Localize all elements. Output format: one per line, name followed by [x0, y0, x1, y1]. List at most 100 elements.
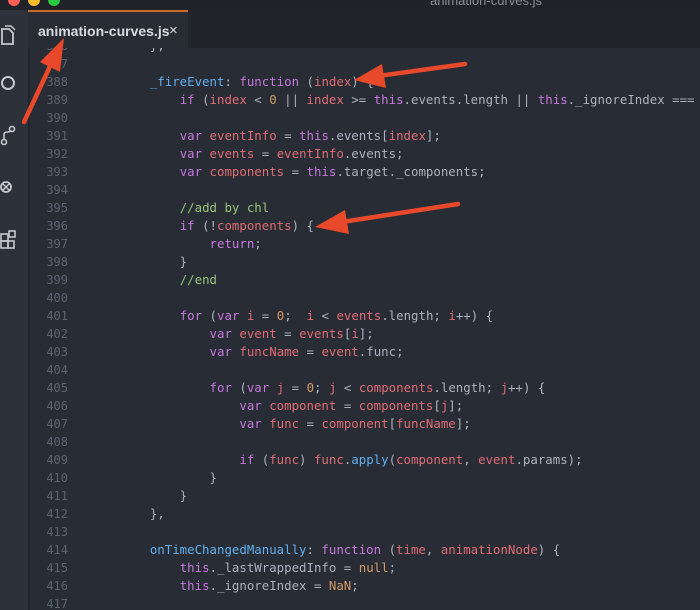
search-icon[interactable]: [0, 72, 16, 94]
code-line[interactable]: 390: [28, 109, 700, 127]
source-control-icon[interactable]: [0, 124, 16, 146]
code-line[interactable]: 398 }: [28, 253, 700, 271]
code-line[interactable]: 396 if (!components) {: [28, 217, 700, 235]
code-line[interactable]: 405 for (var j = 0; j < components.lengt…: [28, 379, 700, 397]
code-line[interactable]: 408: [28, 433, 700, 451]
code-token: ++) {: [455, 308, 494, 323]
code-line[interactable]: 410 }: [28, 469, 700, 487]
tab-bar: animation-curves.js ×: [28, 10, 700, 48]
code-line[interactable]: 401 for (var i = 0; i < events.length; i…: [28, 307, 700, 325]
code-token: :: [224, 74, 240, 89]
close-window-button[interactable]: [8, 0, 20, 6]
code-line[interactable]: 407 var func = component[funcName];: [28, 415, 700, 433]
line-number: 397: [46, 237, 68, 251]
code-token: ) {: [351, 74, 374, 89]
code-token: (: [388, 452, 397, 467]
code-token: var: [246, 380, 270, 395]
code-line[interactable]: 394: [28, 181, 700, 199]
code-line[interactable]: 397 return;: [28, 235, 700, 253]
line-number: 388: [46, 75, 68, 89]
code-text: onTimeChangedManually: function (time, a…: [120, 541, 560, 559]
code-line[interactable]: 388 _fireEvent: function (index) {: [28, 73, 700, 91]
line-number: 408: [46, 435, 68, 449]
code-line[interactable]: 386 },: [28, 48, 700, 55]
code-line[interactable]: 415 this._lastWrappedInfo = null;: [28, 559, 700, 577]
code-text: this._ignoreIndex = NaN;: [120, 577, 359, 595]
code-line[interactable]: 392 var events = eventInfo.events;: [28, 145, 700, 163]
line-number: 417: [46, 597, 68, 610]
code-token: i: [448, 308, 456, 323]
code-token: //add by chl: [179, 200, 270, 215]
code-token: animationNode: [440, 542, 538, 557]
code-token: =: [254, 308, 277, 323]
code-lines: 386 },387388 _fireEvent: function (index…: [28, 48, 700, 610]
code-token: .events[: [328, 128, 389, 143]
line-number: 415: [46, 561, 68, 575]
code-token: null: [358, 560, 389, 575]
code-token: this: [537, 92, 568, 107]
code-line[interactable]: 387: [28, 55, 700, 73]
code-text: var component = components[j];: [120, 397, 463, 415]
line-number: 410: [46, 471, 68, 485]
line-number: 392: [46, 147, 68, 161]
code-token: =: [276, 128, 300, 143]
code-line[interactable]: 399 //end: [28, 271, 700, 289]
line-number: 394: [46, 183, 68, 197]
code-token: component: [269, 398, 337, 413]
code-token: j: [500, 380, 509, 395]
minimize-window-button[interactable]: [28, 0, 40, 6]
code-token: ._lastWrappedInfo =: [209, 560, 359, 575]
code-line[interactable]: 411 }: [28, 487, 700, 505]
code-line[interactable]: 416 this._ignoreIndex = NaN;: [28, 577, 700, 595]
code-token: this: [179, 578, 210, 593]
debug-icon[interactable]: [0, 176, 16, 198]
code-token: ): [299, 452, 314, 467]
code-editor[interactable]: 386 },387388 _fireEvent: function (index…: [28, 48, 700, 610]
tab-animation-curves[interactable]: animation-curves.js ×: [28, 10, 188, 48]
zoom-window-button[interactable]: [48, 0, 60, 6]
code-line[interactable]: 393 var components = this.target._compon…: [28, 163, 700, 181]
code-token: ;: [388, 560, 397, 575]
line-number: 396: [46, 219, 68, 233]
code-line[interactable]: 389 if (index < 0 || index >= this.event…: [28, 91, 700, 109]
code-token: events: [299, 326, 344, 341]
code-line[interactable]: 403 var funcName = event.func;: [28, 343, 700, 361]
close-tab-icon[interactable]: ×: [169, 22, 178, 39]
code-line[interactable]: 413: [28, 523, 700, 541]
code-token: ];: [425, 128, 441, 143]
code-token: .params);: [515, 452, 583, 467]
files-icon[interactable]: [0, 24, 16, 46]
code-text: },: [120, 505, 165, 523]
code-line[interactable]: 414 onTimeChangedManually: function (tim…: [28, 541, 700, 559]
code-token: .func;: [358, 344, 404, 359]
code-token: index: [306, 92, 344, 107]
window-title: animation-curves.js: [430, 0, 542, 8]
line-number: 391: [46, 129, 68, 143]
code-token: for: [209, 380, 232, 395]
code-line[interactable]: 404: [28, 361, 700, 379]
code-line[interactable]: 402 var event = events[i];: [28, 325, 700, 343]
code-token: if: [179, 92, 195, 107]
line-number: 395: [46, 201, 68, 215]
line-number: 412: [46, 507, 68, 521]
code-line[interactable]: 391 var eventInfo = this.events[index];: [28, 127, 700, 145]
code-line[interactable]: 406 var component = components[j];: [28, 397, 700, 415]
code-text: var components = this.target._components…: [120, 163, 486, 181]
line-number: 416: [46, 579, 68, 593]
code-token: events: [336, 308, 382, 323]
code-text: return;: [120, 235, 262, 253]
code-text: //add by chl: [120, 199, 270, 217]
code-line[interactable]: 400: [28, 289, 700, 307]
code-token: index: [313, 74, 352, 89]
code-text: var eventInfo = this.events[index];: [120, 127, 441, 145]
code-line[interactable]: 417: [28, 595, 700, 610]
code-line[interactable]: 395 //add by chl: [28, 199, 700, 217]
extensions-icon[interactable]: [0, 228, 16, 250]
code-token: return: [209, 236, 255, 251]
code-line[interactable]: 409 if (func) func.apply(component, even…: [28, 451, 700, 469]
code-line[interactable]: 412 },: [28, 505, 700, 523]
